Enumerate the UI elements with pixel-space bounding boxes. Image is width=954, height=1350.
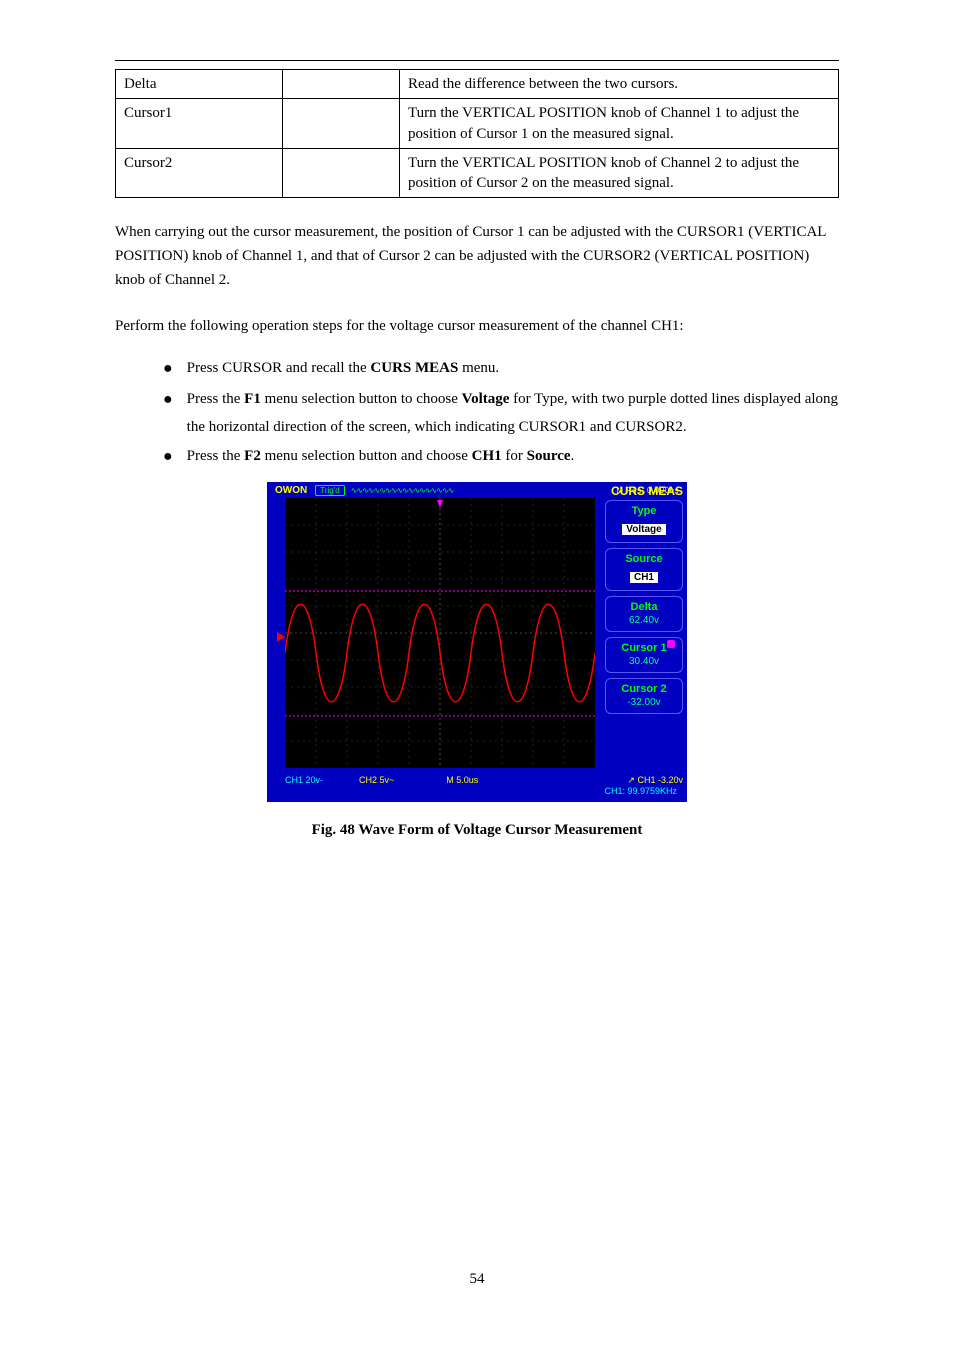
text-bold: Source bbox=[527, 448, 571, 464]
text: menu selection button and choose bbox=[261, 448, 472, 464]
menu-readout: 30.40v bbox=[606, 656, 682, 667]
list-text: Press the F1 menu selection button to ch… bbox=[187, 385, 839, 442]
text: menu. bbox=[458, 360, 499, 376]
page-number: 54 bbox=[0, 1271, 954, 1288]
text-bold: F2 bbox=[244, 448, 261, 464]
menu-readout: 62.40v bbox=[606, 615, 682, 626]
table-row: Cursor2 Turn the VERTICAL POSITION knob … bbox=[116, 148, 839, 198]
text: Press the bbox=[187, 448, 245, 464]
figure-caption: Fig. 48 Wave Form of Voltage Cursor Meas… bbox=[115, 822, 839, 839]
scope-side-menu: Type Voltage Source CH1 Delta 62.40v Cur… bbox=[605, 500, 683, 719]
caption-text: Fig. 48 Wave Form of Voltage Cursor Meas… bbox=[312, 822, 643, 838]
scope-screen bbox=[285, 498, 595, 768]
text-bold: F1 bbox=[244, 391, 261, 407]
menu-label: Type bbox=[606, 505, 682, 517]
list-item: ● Press the F1 menu selection button to … bbox=[163, 385, 839, 442]
cell: Turn the VERTICAL POSITION knob of Chann… bbox=[400, 99, 839, 149]
ch1-zero-marker bbox=[277, 632, 285, 642]
cell bbox=[283, 70, 400, 99]
text: CH1 -3.20v bbox=[637, 775, 683, 785]
text: Press the bbox=[187, 391, 245, 407]
list-item: ● Press the F2 menu selection button and… bbox=[163, 442, 839, 472]
menu-type[interactable]: Type Voltage bbox=[605, 500, 683, 543]
text: Press CURSOR and recall the bbox=[187, 360, 371, 376]
cell: Cursor2 bbox=[116, 148, 283, 198]
cell: Delta bbox=[116, 70, 283, 99]
top-rule bbox=[115, 60, 839, 61]
menu-value: CH1 bbox=[630, 572, 658, 583]
waveform-icon: ∿∿∿∿∿∿∿∿∿∿∿∿∿∿∿∿∿∿ bbox=[351, 486, 454, 495]
cell bbox=[283, 99, 400, 149]
rising-edge-icon: ↗ bbox=[627, 775, 637, 785]
scope-svg bbox=[285, 498, 595, 768]
settings-table: Delta Read the difference between the tw… bbox=[115, 69, 839, 198]
text-bold: CH1 bbox=[472, 448, 502, 464]
scope-status-bar: CH1 20v- CH2 5v~ M 5.0us ↗ CH1 -3.20v CH… bbox=[285, 775, 683, 796]
menu-label: Cursor 2 bbox=[606, 683, 682, 695]
bullet-icon: ● bbox=[163, 354, 173, 384]
list-text: Press the F2 menu selection button and c… bbox=[187, 442, 839, 472]
intro-paragraph: When carrying out the cursor measurement… bbox=[115, 220, 839, 292]
ch1-scale: CH1 20v- bbox=[285, 775, 323, 786]
text-bold: CURS MEAS bbox=[370, 360, 458, 376]
menu-value: Voltage bbox=[622, 524, 665, 535]
brand-label: OWON bbox=[275, 485, 307, 496]
menu-label: Delta bbox=[606, 601, 682, 613]
text: menu selection button to choose bbox=[261, 391, 462, 407]
list-item: ● Press CURSOR and recall the CURS MEAS … bbox=[163, 354, 839, 384]
menu-title: CURS MEAS bbox=[611, 484, 683, 498]
menu-readout: -32.00v bbox=[606, 697, 682, 708]
cell: Turn the VERTICAL POSITION knob of Chann… bbox=[400, 148, 839, 198]
menu-source[interactable]: Source CH1 bbox=[605, 548, 683, 591]
trigger-status: Trig'd bbox=[315, 485, 344, 496]
bullet-list: ● Press CURSOR and recall the CURS MEAS … bbox=[163, 354, 839, 472]
menu-cursor2[interactable]: Cursor 2 -32.00v bbox=[605, 678, 683, 714]
text: . bbox=[571, 448, 575, 464]
cell: Read the difference between the two curs… bbox=[400, 70, 839, 99]
text: for bbox=[502, 448, 527, 464]
menu-label: Source bbox=[606, 553, 682, 565]
steps-intro: Perform the following operation steps fo… bbox=[115, 314, 839, 338]
table-row: Delta Read the difference between the tw… bbox=[116, 70, 839, 99]
menu-delta[interactable]: Delta 62.40v bbox=[605, 596, 683, 632]
list-text: Press CURSOR and recall the CURS MEAS me… bbox=[187, 354, 839, 384]
trigger-readout: ↗ CH1 -3.20v bbox=[627, 775, 683, 786]
cell bbox=[283, 148, 400, 198]
cell: Cursor1 bbox=[116, 99, 283, 149]
page: Delta Read the difference between the tw… bbox=[0, 0, 954, 1350]
bullet-icon: ● bbox=[163, 385, 173, 442]
timebase: M 5.0us bbox=[446, 775, 478, 786]
oscilloscope-figure: OWON Trig'd ∿∿∿∿∿∿∿∿∿∿∿∿∿∿∿∿∿∿ M Pos: 0.… bbox=[267, 482, 687, 802]
text-bold: Voltage bbox=[462, 391, 510, 407]
frequency-readout: CH1: 99.9759KHz bbox=[285, 786, 677, 796]
menu-cursor1[interactable]: Cursor 1 30.40v bbox=[605, 637, 683, 673]
ch2-scale: CH2 5v~ bbox=[359, 775, 394, 786]
bullet-icon: ● bbox=[163, 442, 173, 472]
menu-label: Cursor 1 bbox=[606, 642, 682, 654]
table-row: Cursor1 Turn the VERTICAL POSITION knob … bbox=[116, 99, 839, 149]
